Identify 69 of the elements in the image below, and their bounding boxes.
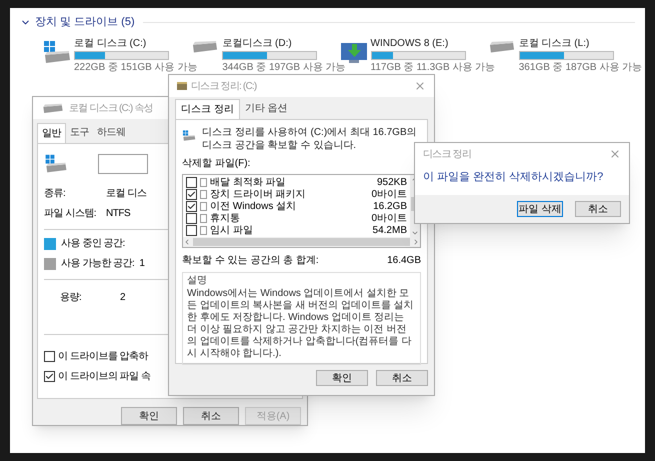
drive-icon [41, 102, 65, 114]
window-title: 디스크 정리 [423, 148, 471, 162]
windows-drive-icon [42, 40, 72, 64]
window-title: 디스크 정리: (C:) [191, 80, 256, 94]
info-label: 종류: [44, 187, 66, 201]
capacity-value: 2 [120, 291, 126, 305]
total-label: 확보할 수 있는 공간의 총 합계: [182, 254, 319, 268]
space-label: 사용 중인 공간: [61, 237, 125, 251]
confirm-message: 이 파일을 완전히 삭제하시겠습니까? [422, 170, 604, 185]
drive-usage: 117GB 중 11.3GB 사용 가능 [370, 60, 496, 74]
tab[interactable]: 하드웨 [93, 123, 130, 143]
tab[interactable]: 일반 [37, 123, 66, 143]
intro-text: 디스크 정리를 사용하여 (C:)에서 최대 16.7GB의 디스크 공간을 확보할 수 있습니다. [202, 126, 418, 152]
scroll-left-icon[interactable] [183, 238, 191, 246]
checkbox[interactable] [44, 351, 55, 362]
checkbox-label: 이 드라이브를 압축하 [58, 350, 148, 364]
tab[interactable]: 도구 [66, 123, 93, 143]
dialog-button[interactable]: 확인 [316, 370, 368, 386]
file-size: 0바이트 [371, 188, 407, 202]
drive-usage: 344GB 중 197GB 사용 가능 [222, 60, 346, 74]
horizontal-scrollbar[interactable] [183, 237, 420, 247]
list-label: 삭제할 파일(F): [182, 157, 252, 171]
info-value: 로컬 디스 [106, 187, 146, 201]
checkbox[interactable] [186, 212, 197, 224]
window-title: 로컬 디스크 (C:) 속성 [69, 102, 153, 116]
space-value: 1 [139, 257, 144, 271]
dialog-button[interactable]: 확인 [121, 407, 177, 425]
dialog-button[interactable]: 취소 [376, 370, 428, 386]
scroll-down-icon[interactable] [411, 229, 419, 237]
scroll-thumb[interactable] [193, 238, 410, 246]
capacity-label: 용량: [60, 291, 82, 305]
checkbox[interactable] [186, 200, 197, 212]
checkbox[interactable] [186, 188, 197, 200]
file-size: 16.2GB [373, 200, 407, 214]
info-label: 파일 시스템: [44, 207, 98, 221]
file-name: 이전 Windows 설치 [210, 200, 298, 214]
total-value: 16.4GB [387, 254, 421, 268]
tab[interactable]: 디스크 정리 [175, 99, 240, 119]
dialog-button[interactable]: 취소 [183, 407, 239, 425]
checkbox[interactable] [186, 224, 197, 236]
file-name: 장치 드라이버 패키지 [210, 188, 307, 202]
checkbox[interactable] [186, 176, 197, 188]
checkbox[interactable] [44, 371, 55, 382]
file-size: 952KB [376, 176, 407, 190]
dialog-button[interactable]: 파일 삭제 [517, 201, 563, 217]
space-label: 사용 가능한 공간: [61, 257, 134, 271]
drive-name: 로컬 디스크 (C:) [74, 36, 148, 50]
tab[interactable]: 기타 옵션 [240, 99, 293, 119]
file-name: 휴지통 [210, 212, 241, 226]
file-name: 배달 최적화 파일 [210, 176, 287, 190]
group-title: 설명 [187, 274, 208, 288]
section-heading: 장치 및 드라이브 (5) [35, 15, 135, 30]
drive-name: 로컬디스크 (D:) [222, 36, 293, 50]
scroll-right-icon[interactable] [412, 238, 420, 246]
drive-name: WINDOWS 8 (E:) [370, 36, 450, 50]
file-size: 0바이트 [371, 212, 407, 226]
file-name: 임시 파일 [210, 224, 254, 238]
description-text: Windows에서는 Windows 업데이트에서 설치한 모든 업데이트의 복사본을 새 버전의 업데이트를 설치한 후에도 저장합니다. Windows 업데이트 정리는 더 이상 필요하지 않고 공간만 차지하는 이전 버전의 업데이트를 삭제하거나 압축합니다(컴퓨터를 다시 시작해야 합니다.). [187, 288, 415, 360]
dialog-button[interactable]: 취소 [575, 201, 621, 217]
windows-drive-icon [44, 154, 68, 174]
drive-usage: 222GB 중 151GB 사용 가능 [74, 60, 198, 74]
drive-name: 로컬 디스크 (L:) [518, 36, 590, 50]
close-icon[interactable] [609, 148, 621, 160]
info-value: NTFS [106, 207, 130, 221]
name-field[interactable] [98, 154, 148, 174]
close-icon[interactable] [414, 80, 426, 92]
file-size: 54.2MB [372, 224, 407, 238]
drive-usage: 361GB 중 187GB 사용 가능 [518, 60, 642, 74]
checkbox-label: 이 드라이브의 파일 속 [58, 370, 150, 384]
